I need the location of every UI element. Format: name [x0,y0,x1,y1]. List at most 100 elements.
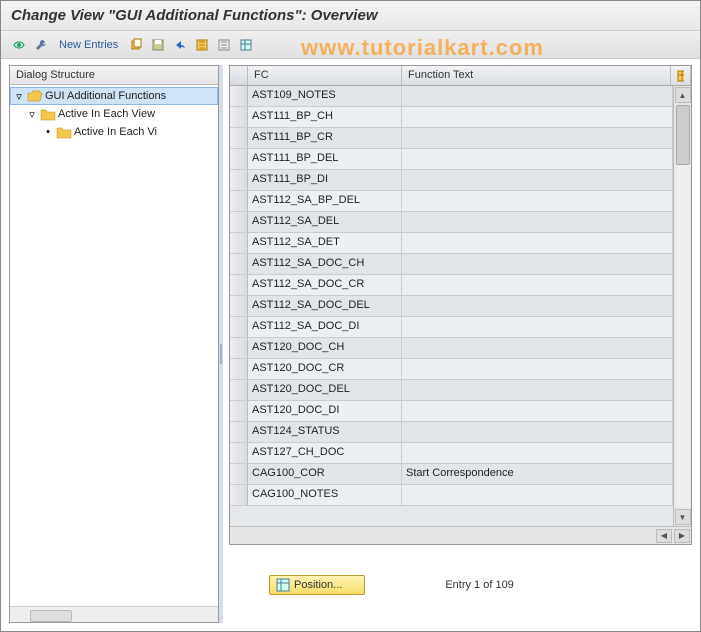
table-row[interactable]: AST120_DOC_DEL [230,380,673,401]
row-handle[interactable] [230,359,248,380]
cell-function-text[interactable]: Start Correspondence [402,464,673,485]
cell-fc[interactable]: AST112_SA_BP_DEL [248,191,402,212]
tree-node-root[interactable]: ▿ GUI Additional Functions [10,87,218,105]
cell-fc[interactable]: AST112_SA_DEL [248,212,402,233]
position-button[interactable]: Position... [269,575,365,595]
column-header-function-text[interactable]: Function Text [402,66,671,85]
table-row[interactable]: AST112_SA_DOC_CH [230,254,673,275]
cell-function-text[interactable] [402,338,673,359]
cell-function-text[interactable] [402,317,673,338]
cell-fc[interactable]: AST112_SA_DOC_CR [248,275,402,296]
cell-fc[interactable]: AST112_SA_DOC_DEL [248,296,402,317]
vertical-scrollbar[interactable]: ▲ ▼ [673,86,691,526]
cell-function-text[interactable] [402,443,673,464]
scroll-thumb[interactable] [676,105,690,165]
cell-fc[interactable]: CAG100_COR [248,464,402,485]
scroll-down-icon[interactable]: ▼ [675,509,691,525]
row-handle[interactable] [230,401,248,422]
row-header-corner[interactable] [230,66,248,85]
cell-fc[interactable]: AST109_NOTES [248,86,402,107]
cell-fc[interactable]: AST120_DOC_CH [248,338,402,359]
column-header-fc[interactable]: FC [248,66,402,85]
row-handle[interactable] [230,191,248,212]
row-handle[interactable] [230,107,248,128]
select-all-icon[interactable] [192,35,212,55]
cell-function-text[interactable] [402,149,673,170]
cell-function-text[interactable] [402,485,673,506]
row-handle[interactable] [230,443,248,464]
cell-function-text[interactable] [402,233,673,254]
cell-function-text[interactable] [402,359,673,380]
table-row[interactable]: AST127_CH_DOC [230,443,673,464]
table-row[interactable]: AST112_SA_DOC_DEL [230,296,673,317]
row-handle[interactable] [230,254,248,275]
cell-fc[interactable]: AST120_DOC_CR [248,359,402,380]
table-row[interactable]: AST109_NOTES [230,86,673,107]
cell-function-text[interactable] [402,212,673,233]
table-row[interactable]: AST111_BP_DI [230,170,673,191]
table-row[interactable]: AST120_DOC_CH [230,338,673,359]
cell-fc[interactable]: AST127_CH_DOC [248,443,402,464]
tree-horizontal-scrollbar[interactable] [10,606,218,622]
cell-fc[interactable]: AST111_BP_CR [248,128,402,149]
cell-fc[interactable]: AST112_SA_DOC_DI [248,317,402,338]
scroll-up-icon[interactable]: ▲ [675,87,691,103]
table-row[interactable]: AST112_SA_DET [230,233,673,254]
row-handle[interactable] [230,338,248,359]
cell-fc[interactable]: AST120_DOC_DEL [248,380,402,401]
scroll-right-icon[interactable]: ▶ [674,529,690,543]
row-handle[interactable] [230,485,248,506]
table-row[interactable]: AST112_SA_BP_DEL [230,191,673,212]
table-row[interactable]: AST111_BP_DEL [230,149,673,170]
row-handle[interactable] [230,422,248,443]
row-handle[interactable] [230,275,248,296]
cell-function-text[interactable] [402,422,673,443]
table-row[interactable]: AST124_STATUS [230,422,673,443]
cell-fc[interactable]: AST112_SA_DET [248,233,402,254]
table-row[interactable]: CAG100_NOTES [230,485,673,506]
horizontal-scrollbar[interactable]: ◀ ▶ [230,526,691,544]
table-row[interactable]: AST120_DOC_CR [230,359,673,380]
row-handle[interactable] [230,128,248,149]
collapse-icon[interactable]: ▿ [13,90,25,103]
row-handle[interactable] [230,233,248,254]
cell-function-text[interactable] [402,380,673,401]
cell-fc[interactable]: AST111_BP_DEL [248,149,402,170]
cell-function-text[interactable] [402,254,673,275]
save-icon[interactable] [148,35,168,55]
row-handle[interactable] [230,296,248,317]
wrench-icon[interactable] [31,35,51,55]
table-settings-icon[interactable] [236,35,256,55]
tree-node-child1[interactable]: ▿ Active In Each View [10,105,218,123]
row-handle[interactable] [230,170,248,191]
row-handle[interactable] [230,149,248,170]
cell-function-text[interactable] [402,170,673,191]
cell-function-text[interactable] [402,401,673,422]
row-handle[interactable] [230,317,248,338]
configure-columns-icon[interactable] [671,66,691,85]
cell-fc[interactable]: AST112_SA_DOC_CH [248,254,402,275]
table-row[interactable]: AST112_SA_DOC_DI [230,317,673,338]
toggle-display-icon[interactable] [9,35,29,55]
scroll-track[interactable] [676,105,690,507]
cell-fc[interactable]: AST111_BP_DI [248,170,402,191]
cell-function-text[interactable] [402,107,673,128]
cell-fc[interactable]: AST120_DOC_DI [248,401,402,422]
deselect-all-icon[interactable] [214,35,234,55]
row-handle[interactable] [230,464,248,485]
row-handle[interactable] [230,86,248,107]
table-row[interactable]: AST111_BP_CR [230,128,673,149]
copy-icon[interactable] [126,35,146,55]
table-row[interactable]: AST112_SA_DOC_CR [230,275,673,296]
undo-icon[interactable] [170,35,190,55]
cell-fc[interactable]: CAG100_NOTES [248,485,402,506]
tree-node-child2[interactable]: • Active In Each Vi [10,123,218,141]
cell-function-text[interactable] [402,275,673,296]
table-row[interactable]: AST112_SA_DEL [230,212,673,233]
row-handle[interactable] [230,212,248,233]
splitter[interactable] [219,65,223,623]
new-entries-button[interactable]: New Entries [53,37,124,53]
collapse-icon[interactable]: ▿ [26,108,38,121]
table-row[interactable]: AST120_DOC_DI [230,401,673,422]
cell-function-text[interactable] [402,191,673,212]
